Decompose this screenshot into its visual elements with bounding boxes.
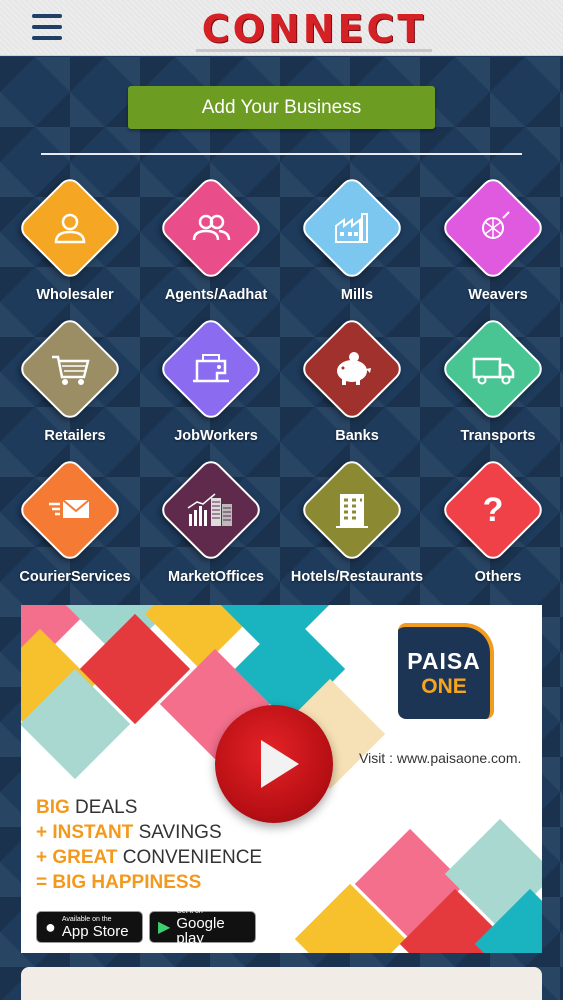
category-label: Wholesaler: [36, 287, 114, 303]
category-jobworkers[interactable]: JobWorkers: [151, 315, 281, 456]
bottom-card: [21, 967, 542, 1000]
users-icon: [171, 188, 251, 268]
category-weavers[interactable]: Weavers: [433, 174, 563, 315]
category-label: CourierServices: [19, 569, 131, 585]
paisaone-logo: PAISA ONE: [398, 623, 494, 719]
category-wholesaler[interactable]: Wholesaler: [10, 174, 140, 315]
piggy-bank-icon: [312, 329, 392, 409]
category-label: Transports: [460, 428, 536, 444]
cart-icon: [30, 329, 110, 409]
building-icon: [312, 470, 392, 550]
category-banks[interactable]: Banks: [292, 315, 422, 456]
ad-line-1: BIG DEALS: [36, 797, 138, 818]
category-label: Hotels/Restaurants: [290, 569, 424, 585]
ad-line-3: + GREAT CONVENIENCE: [36, 847, 263, 868]
brand-top: PAISA: [407, 647, 481, 674]
envelope-icon: [30, 470, 110, 550]
ad-line-4: = BIG HAPPINESS: [36, 872, 202, 893]
apple-icon: ●: [45, 916, 56, 937]
factory-icon: [312, 188, 392, 268]
category-label: Retailers: [44, 428, 106, 444]
divider: [41, 153, 522, 155]
chart-buildings-icon: [171, 470, 251, 550]
logo-text: CONNECT: [201, 7, 427, 51]
category-label: JobWorkers: [174, 428, 258, 444]
brand-bottom: ONE: [421, 674, 467, 698]
category-label: Others: [474, 569, 522, 585]
hamburger-menu-icon[interactable]: [32, 14, 62, 40]
category-label: Mills: [340, 287, 374, 303]
top-bar: CONNECT: [0, 0, 563, 56]
sewing-machine-icon: [171, 329, 251, 409]
ad-slogan: BIG DEALS + INSTANT SAVINGS + GREAT CONV…: [36, 795, 262, 895]
question-icon: ?: [482, 490, 504, 529]
category-label: Banks: [335, 428, 379, 444]
category-others[interactable]: ? Others: [433, 456, 563, 597]
truck-icon: [453, 329, 533, 409]
google-play-badge[interactable]: ▶ Get it on Google play: [149, 908, 256, 946]
app-store-badge[interactable]: ● Available on the App Store: [36, 911, 143, 943]
google-play-icon: ▶: [158, 919, 171, 936]
paisaone-ad-banner[interactable]: PAISA ONE Visit : www.paisaone.com. BIG …: [21, 605, 542, 953]
category-transports[interactable]: Transports: [433, 315, 563, 456]
connect-logo: CONNECT: [190, 7, 438, 52]
ad-line-2: + INSTANT SAVINGS: [36, 822, 222, 843]
category-courierservices[interactable]: CourierServices: [10, 456, 140, 597]
category-label: MarketOffices: [168, 569, 264, 585]
category-marketoffices[interactable]: MarketOffices: [151, 456, 281, 597]
add-your-business-button[interactable]: Add Your Business: [128, 86, 435, 129]
category-hotels-restaurants[interactable]: Hotels/Restaurants: [291, 456, 423, 597]
user-icon: [30, 188, 110, 268]
category-label: Weavers: [468, 287, 528, 303]
category-retailers[interactable]: Retailers: [10, 315, 140, 456]
visit-text: Visit : www.paisaone.com.: [359, 750, 522, 766]
yarn-icon: [453, 188, 533, 268]
category-agents-aadhat[interactable]: Agents/Aadhat: [151, 174, 281, 315]
category-label: Agents/Aadhat: [164, 287, 268, 303]
category-mills[interactable]: Mills: [292, 174, 422, 315]
